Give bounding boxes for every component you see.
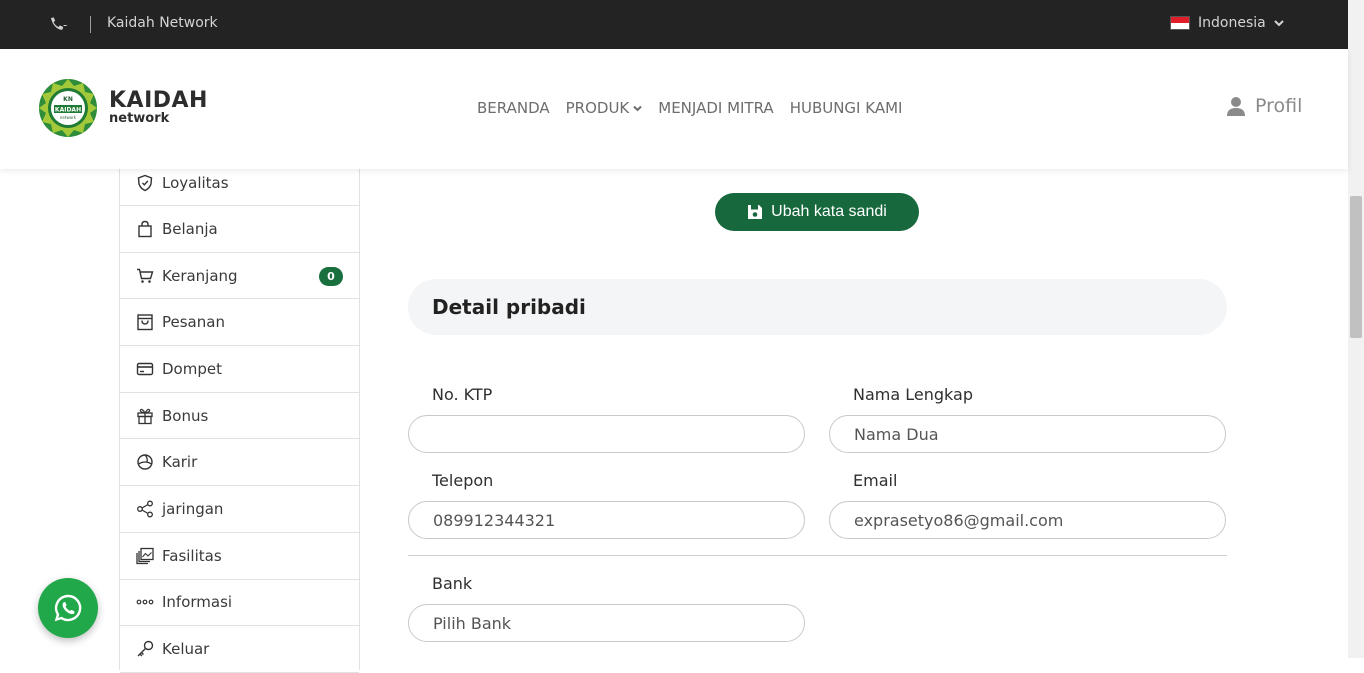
form-divider <box>408 555 1227 556</box>
phone-label: Telepon <box>432 471 494 490</box>
sidebar-item-label: jaringan <box>162 499 224 518</box>
sidebar-item-label: Dompet <box>162 359 222 378</box>
scrollbar-thumb[interactable] <box>1350 196 1362 338</box>
svg-text:-: - <box>63 18 67 32</box>
topbar-brand: Kaidah Network <box>107 15 218 31</box>
user-icon <box>1227 97 1245 116</box>
profile-link[interactable]: Profil <box>1226 95 1302 117</box>
shield-icon <box>136 174 154 192</box>
nav-produk-label: PRODUK <box>565 99 630 117</box>
sidebar-item-bonus[interactable]: Bonus <box>120 393 359 440</box>
bank-label: Bank <box>432 574 473 593</box>
nav-beranda[interactable]: BERANDA <box>477 99 550 117</box>
svg-text:KAIDAH: KAIDAH <box>55 107 81 114</box>
ktp-label: No. KTP <box>432 385 493 404</box>
sidebar-item-label: Informasi <box>162 593 233 612</box>
email-label: Email <box>853 471 898 490</box>
logo-subtitle: network <box>109 111 170 126</box>
sidebar-item-label: Bonus <box>162 406 209 425</box>
site-logo[interactable]: KN KAIDAH network KAIDAH network <box>37 77 208 139</box>
email-field[interactable]: exprasetyo86@gmail.com <box>829 501 1226 539</box>
language-label: Indonesia <box>1198 15 1266 31</box>
images-icon <box>136 547 154 565</box>
change-password-label: Ubah kata sandi <box>771 203 887 220</box>
svg-text:network: network <box>60 115 77 120</box>
shopping-bag-icon <box>136 220 154 238</box>
profile-label: Profil <box>1255 95 1303 117</box>
main-header: KN KAIDAH network KAIDAH network BERANDA… <box>0 49 1348 169</box>
wallet-icon <box>136 360 154 378</box>
career-icon <box>136 453 154 471</box>
indonesia-flag-icon <box>1170 16 1190 30</box>
sidebar-item-label: Keranjang <box>162 266 238 285</box>
nav-hubungi-kami[interactable]: HUBUNGI KAMI <box>790 99 903 117</box>
language-selector[interactable]: Indonesia <box>1170 15 1284 31</box>
order-bag-icon <box>136 313 154 331</box>
sidebar-item-keluar[interactable]: Keluar <box>120 626 359 673</box>
dots-icon <box>136 593 154 611</box>
sidebar-item-label: Karir <box>162 453 198 472</box>
sidebar-item-label: Belanja <box>162 219 218 238</box>
ktp-field[interactable] <box>408 415 805 453</box>
nav-produk[interactable]: PRODUK <box>566 99 643 117</box>
sidebar-item-label: Fasilitas <box>162 546 222 565</box>
chevron-down-icon <box>1273 20 1284 27</box>
sidebar-item-jaringan[interactable]: jaringan <box>120 486 359 533</box>
sidebar-item-fasilitas[interactable]: Fasilitas <box>120 533 359 580</box>
svg-text:KN: KN <box>63 96 73 103</box>
key-icon <box>136 640 154 658</box>
sidebar-item-dompet[interactable]: Dompet <box>120 346 359 393</box>
whatsapp-icon <box>54 594 82 622</box>
logo-title: KAIDAH <box>109 88 208 113</box>
whatsapp-button[interactable] <box>38 578 98 638</box>
section-title: Detail pribadi <box>408 279 1227 335</box>
share-icon <box>136 500 154 518</box>
phone-icon: - <box>48 15 70 35</box>
sidebar-item-label: Keluar <box>162 640 210 659</box>
sidebar-item-belanja[interactable]: Belanja <box>120 206 359 253</box>
save-icon <box>748 205 763 219</box>
sidebar-item-label: Loyalitas <box>162 173 229 192</box>
change-password-button[interactable]: Ubah kata sandi <box>715 193 919 231</box>
cart-icon <box>136 267 154 285</box>
phone-field[interactable]: 089912344321 <box>408 501 805 539</box>
main-nav: BERANDA PRODUK MENJADI MITRA HUBUNGI KAM… <box>477 99 902 117</box>
full-name-label: Nama Lengkap <box>853 385 973 404</box>
full-name-field[interactable]: Nama Dua <box>829 415 1226 453</box>
top-bar: - Kaidah Network Indonesia <box>0 0 1348 49</box>
sidebar-item-informasi[interactable]: Informasi <box>120 580 359 627</box>
cart-count-badge: 0 <box>319 266 343 286</box>
bank-select[interactable]: Pilih Bank <box>408 604 805 642</box>
nav-menjadi-mitra[interactable]: MENJADI MITRA <box>658 99 773 117</box>
topbar-divider <box>90 16 91 33</box>
kaidah-logo-badge-icon: KN KAIDAH network <box>39 79 97 137</box>
sidebar-item-keranjang[interactable]: Keranjang 0 <box>120 253 359 300</box>
logo-wordmark: KAIDAH network <box>109 90 208 126</box>
sidebar-item-karir[interactable]: Karir <box>120 439 359 487</box>
sidebar-item-label: Pesanan <box>162 313 225 332</box>
chevron-down-icon <box>633 105 642 111</box>
sidebar-item-pesanan[interactable]: Pesanan <box>120 299 359 347</box>
account-sidebar: Loyalitas Belanja Keranjang 0 Pesanan Do… <box>119 160 360 673</box>
gift-icon <box>136 407 154 425</box>
page-scrollbar[interactable] <box>1348 0 1364 658</box>
